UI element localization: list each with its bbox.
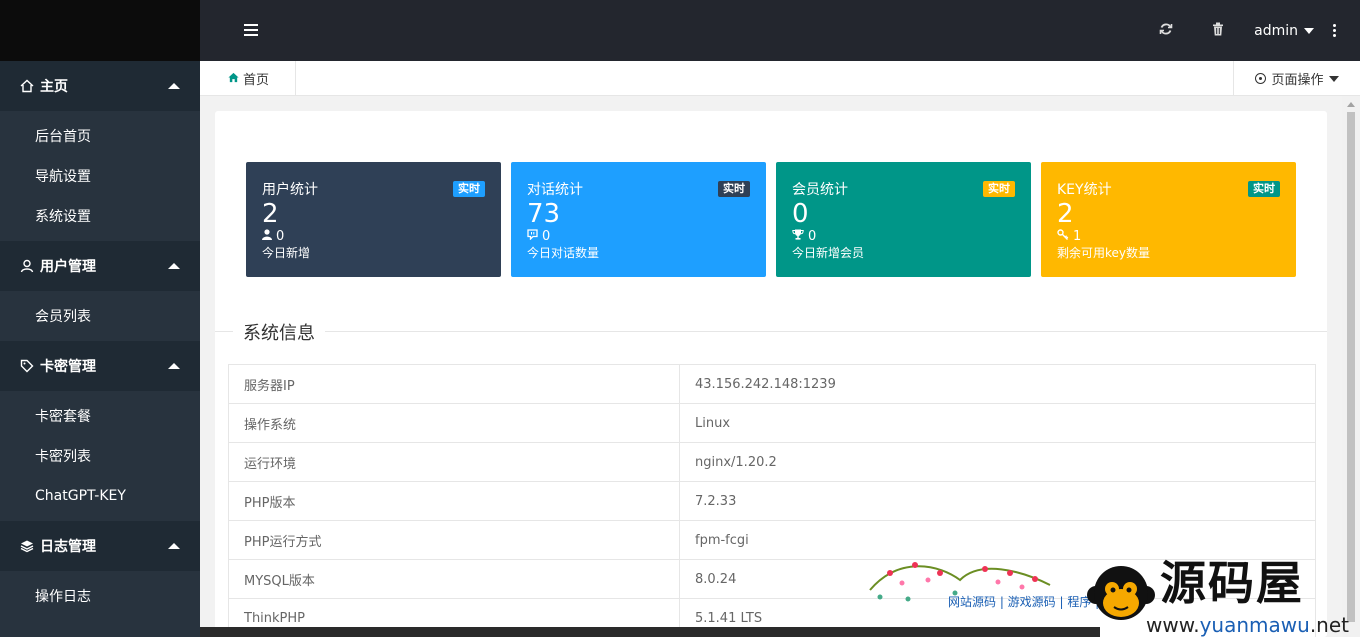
caret-up-icon <box>168 83 180 89</box>
watermark: 网站源码 | 游戏源码 | 程序 | 模板 源码屋 www.yuanmawu.n… <box>860 535 1360 637</box>
watermark-url: www.yuanmawu.net <box>1146 613 1349 637</box>
card-sub-value: 0 <box>808 229 817 244</box>
info-value-cell: nginx/1.20.2 <box>679 442 1316 482</box>
nav-group-label: 主页 <box>40 79 68 95</box>
more-options-icon[interactable] <box>1324 24 1344 37</box>
layers-icon <box>20 539 34 553</box>
table-row: PHP版本 7.2.33 <box>228 481 1316 521</box>
stat-card-keys: KEY统计 实时 2 1 剩余可用key数量 <box>1041 162 1296 277</box>
card-title: 对话统计 <box>527 182 583 198</box>
user-menu[interactable]: admin <box>1244 23 1324 39</box>
sidebar-item-card-packages[interactable]: 卡密套餐 <box>0 396 200 436</box>
table-row: 操作系统 Linux <box>228 403 1316 443</box>
url-prefix: www. <box>1146 613 1200 637</box>
nav-group-home[interactable]: 主页 <box>0 61 200 111</box>
sidebar-item-dashboard[interactable]: 后台首页 <box>0 116 200 156</box>
stat-card-users: 用户统计 实时 2 0 今日新增 <box>246 162 501 277</box>
sidebar-toggle-icon[interactable] <box>244 24 258 36</box>
card-sub-value: 0 <box>276 229 285 244</box>
card-desc: 今日新增 <box>262 246 311 260</box>
username: admin <box>1254 22 1298 39</box>
info-value-cell: Linux <box>679 403 1316 443</box>
chevron-down-icon <box>1328 75 1339 82</box>
stat-card-members: 会员统计 实时 0 0 今日新增会员 <box>776 162 1031 277</box>
stat-cards: 用户统计 实时 2 0 今日新增 对话统计 实时 73 0 今日对话数量 会员统… <box>246 162 1296 277</box>
table-row: 运行环境 nginx/1.20.2 <box>228 442 1316 482</box>
home-icon <box>20 79 34 93</box>
tab-home[interactable]: 首页 <box>200 61 296 96</box>
sidebar-item-nav-settings[interactable]: 导航设置 <box>0 156 200 196</box>
info-key-cell: 运行环境 <box>228 442 680 482</box>
caret-up-icon <box>168 263 180 269</box>
table-row: 服务器IP 43.156.242.148:1239 <box>228 364 1316 404</box>
card-desc: 今日新增会员 <box>792 246 865 260</box>
home-icon <box>228 72 239 86</box>
sidebar-item-operation-log[interactable]: 操作日志 <box>0 576 200 616</box>
url-main: yuanmawu <box>1199 613 1310 637</box>
watermark-brand: 源码屋 <box>1160 556 1304 610</box>
nav-group-label: 用户管理 <box>40 259 96 275</box>
nav-group-label: 日志管理 <box>40 539 96 555</box>
sidebar: 主页 后台首页 导航设置 系统设置 用户管理 会员列表 卡密管理 卡密套餐 卡密… <box>0 0 200 637</box>
os-taskbar <box>200 627 1100 637</box>
user-icon <box>20 259 34 273</box>
nav-group-users[interactable]: 用户管理 <box>0 241 200 291</box>
sidebar-item-card-list[interactable]: 卡密列表 <box>0 436 200 476</box>
card-desc: 今日对话数量 <box>527 246 600 260</box>
section-divider <box>215 331 1327 332</box>
nav-group-logs[interactable]: 日志管理 <box>0 521 200 571</box>
info-key-cell: 服务器IP <box>228 364 680 404</box>
logo <box>0 0 200 61</box>
section-title: 系统信息 <box>233 319 325 345</box>
tag-icon <box>20 359 34 373</box>
realtime-badge: 实时 <box>718 181 750 197</box>
scroll-up-icon[interactable] <box>1347 102 1355 107</box>
realtime-badge: 实时 <box>453 181 485 197</box>
key-icon <box>1057 229 1069 245</box>
card-title: 用户统计 <box>262 182 318 198</box>
chat-icon <box>527 229 538 245</box>
caret-up-icon <box>168 363 180 369</box>
info-value-cell: 43.156.242.148:1239 <box>679 364 1316 404</box>
card-value: 2 <box>1057 199 1074 229</box>
tab-bar: 首页 页面操作 <box>200 61 1360 96</box>
trash-icon[interactable] <box>1192 22 1244 40</box>
card-value: 0 <box>792 199 809 229</box>
sidebar-item-chatgpt-key[interactable]: ChatGPT-KEY <box>0 476 200 516</box>
refresh-icon[interactable] <box>1140 22 1192 40</box>
card-desc: 剩余可用key数量 <box>1057 246 1151 260</box>
target-icon <box>1255 73 1267 84</box>
top-header: admin <box>200 0 1360 61</box>
chevron-down-icon <box>1304 27 1314 34</box>
realtime-badge: 实时 <box>1248 181 1280 197</box>
trophy-icon <box>792 229 804 245</box>
url-suffix: .net <box>1309 613 1349 637</box>
info-key-cell: MYSQL版本 <box>228 559 680 599</box>
card-title: 会员统计 <box>792 182 848 198</box>
stat-card-chats: 对话统计 实时 73 0 今日对话数量 <box>511 162 766 277</box>
realtime-badge: 实时 <box>983 181 1015 197</box>
page-operations-button[interactable]: 页面操作 <box>1233 61 1360 96</box>
info-key-cell: 操作系统 <box>228 403 680 443</box>
info-value-cell: 7.2.33 <box>679 481 1316 521</box>
user-icon <box>262 229 272 245</box>
nav-group-label: 卡密管理 <box>40 359 96 375</box>
card-value: 2 <box>262 199 279 229</box>
sidebar-item-system-settings[interactable]: 系统设置 <box>0 196 200 236</box>
card-sub-value: 0 <box>542 229 551 244</box>
tab-label: 首页 <box>243 73 270 88</box>
card-title: KEY统计 <box>1057 182 1112 198</box>
info-key-cell: PHP版本 <box>228 481 680 521</box>
card-value: 73 <box>527 199 561 229</box>
sidebar-item-member-list[interactable]: 会员列表 <box>0 296 200 336</box>
card-sub-value: 1 <box>1073 229 1082 244</box>
nav-group-cards[interactable]: 卡密管理 <box>0 341 200 391</box>
info-key-cell: PHP运行方式 <box>228 520 680 560</box>
page-ops-label: 页面操作 <box>1271 73 1324 88</box>
caret-up-icon <box>168 543 180 549</box>
